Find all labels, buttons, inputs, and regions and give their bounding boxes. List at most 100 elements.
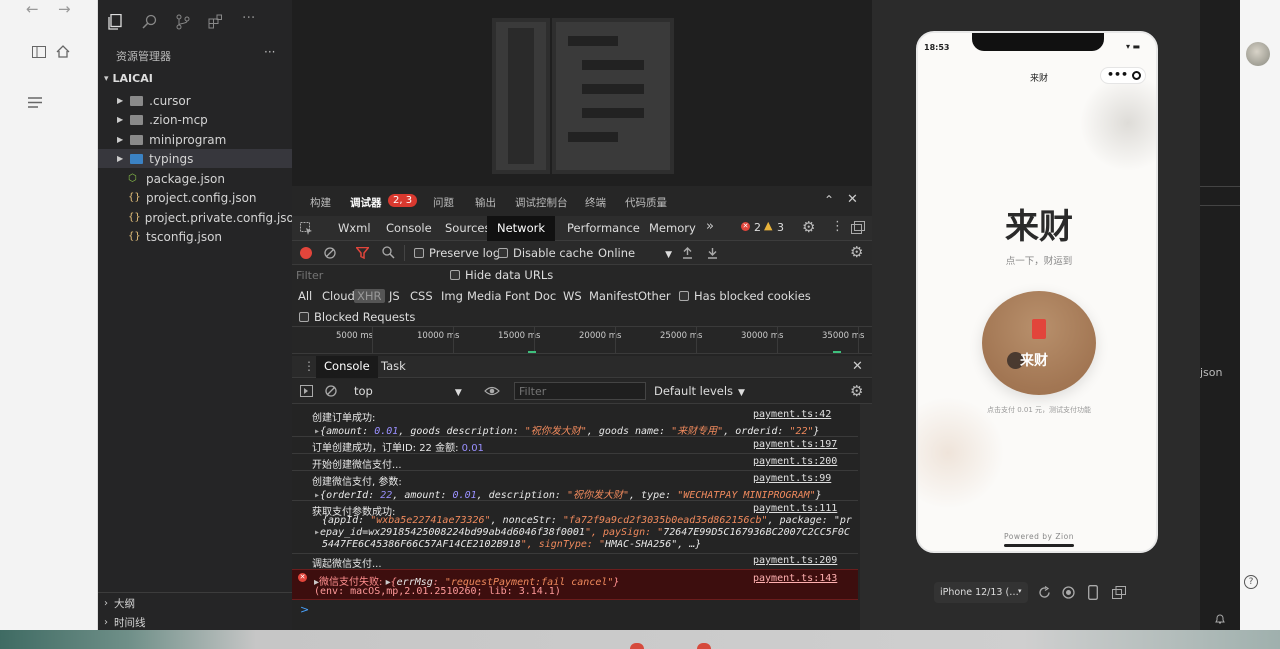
log-object-line[interactable]: ▸epay_id=wx29185425008224bd99ab4d6046f38… <box>314 527 850 538</box>
type-filter-js[interactable]: JS <box>389 289 400 303</box>
project-header[interactable]: ▾ LAICAI <box>98 69 292 88</box>
preserve-log-checkbox[interactable]: Preserve log <box>414 246 500 260</box>
close-icon[interactable]: ✕ <box>847 192 858 207</box>
source-link[interactable]: payment.ts:200 <box>753 456 837 467</box>
phone-device-icon[interactable] <box>1088 585 1098 600</box>
console-scrollbar[interactable] <box>860 404 872 630</box>
help-icon[interactable]: ? <box>1244 575 1258 589</box>
collapse-up-icon[interactable]: ⌃ <box>824 193 834 207</box>
panel-tab-wxml[interactable]: Wxml <box>338 221 371 235</box>
type-filter-xhr[interactable]: XHR <box>354 289 385 303</box>
disable-cache-checkbox[interactable]: Disable cache <box>498 246 593 260</box>
fortune-button[interactable]: 来财 <box>982 291 1096 395</box>
panel-tab-memory[interactable]: Memory <box>649 221 696 235</box>
tree-item-package-json[interactable]: ⬡ package.json <box>98 169 292 188</box>
files-icon[interactable] <box>108 14 122 30</box>
type-filter-manifest[interactable]: Manifest <box>589 289 638 303</box>
rotate-icon[interactable] <box>1038 586 1051 599</box>
tree-item-tsconfig-json[interactable]: {} tsconfig.json <box>98 227 292 246</box>
type-filter-font[interactable]: Font <box>505 289 530 303</box>
error-count[interactable]: 2 <box>754 221 761 234</box>
type-filter-media[interactable]: Media <box>467 289 502 303</box>
more-tabs-icon[interactable]: » <box>706 219 714 234</box>
tree-item-zion-mcp[interactable]: ▶ .zion-mcp <box>98 110 292 129</box>
timeline-section[interactable]: › 时间线 <box>98 613 292 632</box>
record-button[interactable] <box>300 247 312 259</box>
type-filter-all[interactable]: All <box>298 289 312 303</box>
type-filter-other[interactable]: Other <box>638 289 671 303</box>
devtools-tab-5[interactable]: 终端 <box>585 195 606 210</box>
more-icon[interactable]: ··· <box>242 10 255 26</box>
log-object[interactable]: ▸{amount: 0.01, goods_description: "祝你发大… <box>314 422 820 437</box>
panel-tab-console[interactable]: Console <box>386 221 432 235</box>
devtools-tab-4[interactable]: 调试控制台 <box>515 195 568 210</box>
undock-icon[interactable] <box>851 221 865 234</box>
console-prompt[interactable]: > <box>300 603 309 616</box>
upload-icon[interactable] <box>682 247 693 259</box>
extensions-icon[interactable] <box>208 14 223 29</box>
source-link[interactable]: payment.ts:143 <box>753 573 837 584</box>
network-settings-icon[interactable]: ⚙ <box>850 243 863 261</box>
show-sidebar-icon[interactable] <box>300 385 313 397</box>
type-filter-img[interactable]: Img <box>441 289 463 303</box>
live-expression-eye-icon[interactable] <box>484 385 500 397</box>
blocked-requests-checkbox[interactable]: Blocked Requests <box>299 310 415 324</box>
tree-item-cursor[interactable]: ▶ .cursor <box>98 91 292 110</box>
source-link[interactable]: payment.ts:209 <box>753 555 837 566</box>
has-blocked-cookies-checkbox[interactable]: Has blocked cookies <box>679 289 811 303</box>
drawer-menu-icon[interactable]: ⋮ <box>303 359 315 373</box>
tree-item-typings[interactable]: ▶ typings <box>98 149 292 168</box>
log-object[interactable]: ▸{orderId: 22, amount: 0.01, description… <box>314 486 822 501</box>
capsule-menu[interactable]: ••• <box>1100 67 1146 84</box>
close-miniprogram-icon[interactable] <box>1132 71 1141 80</box>
settings-gear-icon[interactable]: ⚙ <box>802 218 815 236</box>
devtools-tab-3[interactable]: 输出 <box>475 195 496 210</box>
tree-item-project-private-config-json[interactable]: {} project.private.config.json <box>98 208 302 227</box>
type-filter-css[interactable]: CSS <box>410 289 433 303</box>
multi-window-icon[interactable] <box>1112 586 1126 599</box>
panel-tab-performance[interactable]: Performance <box>567 221 640 235</box>
type-filter-cloud[interactable]: Cloud <box>322 289 355 303</box>
clear-icon[interactable] <box>324 247 336 259</box>
panel-tab-sources[interactable]: Sources <box>445 221 491 235</box>
devtools-tab-6[interactable]: 代码质量 <box>625 195 667 210</box>
log-object-line[interactable]: {appId: "wxba5e22741ae73326", nonceStr: … <box>322 515 852 526</box>
home-icon[interactable] <box>56 45 70 58</box>
sidebar-toggle-icon[interactable] <box>32 46 46 58</box>
source-link[interactable]: payment.ts:111 <box>753 503 837 514</box>
device-select[interactable]: iPhone 12/13 (… ▾ <box>934 582 1028 603</box>
inspect-icon[interactable] <box>300 222 313 235</box>
more-dots-icon[interactable]: ••• <box>1107 68 1128 81</box>
warn-count[interactable]: 3 <box>777 221 784 234</box>
devtools-tab-2[interactable]: 问题 <box>433 195 454 210</box>
log-levels-select[interactable]: Default levels ▼ <box>654 384 745 398</box>
drawer-tab-task[interactable]: Task <box>381 359 406 373</box>
clear-console-icon[interactable] <box>325 385 337 397</box>
type-filter-ws[interactable]: WS <box>563 289 582 303</box>
search-icon[interactable] <box>382 246 395 259</box>
context-select[interactable]: top ▼ <box>354 384 462 398</box>
outline-section[interactable]: › 大纲 <box>98 594 292 613</box>
search-icon[interactable] <box>142 14 157 29</box>
record-screen-icon[interactable] <box>1062 586 1075 599</box>
console-filter-input[interactable] <box>514 382 646 400</box>
menu-icon[interactable] <box>28 97 42 108</box>
drawer-close-icon[interactable]: ✕ <box>852 359 863 374</box>
panel-tab-network[interactable]: Network <box>487 216 556 241</box>
source-control-icon[interactable] <box>176 14 190 30</box>
tree-item-project-config-json[interactable]: {} project.config.json <box>98 188 292 207</box>
log-object-line[interactable]: 5447FE6C45386F66C57AF14CE2102B918", sign… <box>322 539 701 550</box>
source-link[interactable]: payment.ts:99 <box>753 473 831 484</box>
network-filter-input[interactable] <box>296 267 436 284</box>
kebab-menu-icon[interactable]: ⋮ <box>831 219 844 234</box>
throttle-select[interactable]: Online ▼ <box>598 246 672 260</box>
bell-icon[interactable] <box>1214 613 1226 625</box>
forward-arrow-icon[interactable]: → <box>58 0 71 18</box>
console-settings-icon[interactable]: ⚙ <box>850 382 863 400</box>
avatar[interactable] <box>1246 42 1270 66</box>
tree-item-miniprogram[interactable]: ▶ miniprogram <box>98 130 292 149</box>
filter-funnel-icon[interactable] <box>356 247 369 259</box>
type-filter-doc[interactable]: Doc <box>534 289 556 303</box>
drawer-tab-console[interactable]: Console <box>316 356 378 378</box>
hide-data-urls-checkbox[interactable]: Hide data URLs <box>450 268 553 282</box>
